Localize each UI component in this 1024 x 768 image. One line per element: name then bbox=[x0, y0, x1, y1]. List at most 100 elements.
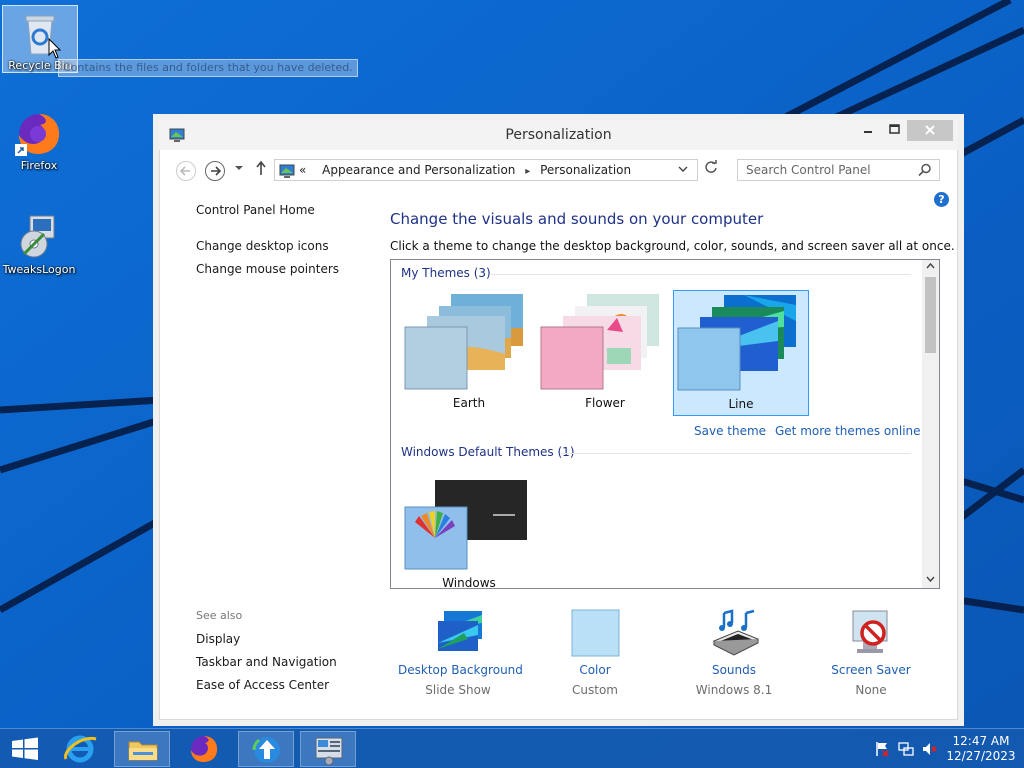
taskbar-update[interactable] bbox=[238, 731, 294, 767]
display-link[interactable]: Display bbox=[196, 632, 240, 646]
control-panel-icon bbox=[279, 164, 295, 178]
save-theme-link[interactable]: Save theme bbox=[694, 424, 766, 438]
search-icon[interactable] bbox=[918, 163, 932, 177]
volume-muted-icon[interactable] bbox=[922, 741, 938, 757]
network-icon[interactable] bbox=[898, 741, 914, 757]
taskbar-control-panel[interactable] bbox=[300, 731, 356, 767]
see-also-heading: See also bbox=[196, 609, 243, 622]
breadcrumb-separator-icon bbox=[310, 166, 322, 177]
breadcrumb-item-appearance[interactable]: Appearance and Personalization bbox=[322, 163, 515, 177]
taskbar-firefox[interactable] bbox=[176, 731, 232, 767]
theme-flower[interactable]: Flower bbox=[537, 290, 673, 416]
theme-line[interactable]: Line bbox=[673, 290, 809, 416]
refresh-icon bbox=[705, 160, 717, 173]
file-explorer-icon bbox=[128, 741, 158, 761]
chevron-down-icon bbox=[678, 166, 688, 172]
maximize-icon bbox=[889, 124, 900, 134]
theme-name: Windows bbox=[442, 576, 496, 589]
title-bar[interactable]: Personalization bbox=[159, 120, 958, 150]
control-panel-home-link[interactable]: Control Panel Home bbox=[196, 203, 315, 217]
taskbar-file-explorer[interactable] bbox=[114, 731, 170, 767]
update-icon bbox=[252, 737, 280, 763]
taskbar: 12:47 AM 12/27/2023 bbox=[0, 728, 1024, 768]
minimize-button[interactable] bbox=[855, 120, 881, 141]
page-heading: Change the visuals and sounds on your co… bbox=[390, 210, 764, 228]
desktop-icon-firefox[interactable]: Firefox bbox=[1, 110, 77, 180]
setting-value: None bbox=[855, 683, 887, 697]
window-title: Personalization bbox=[505, 127, 612, 143]
recent-locations-button[interactable] bbox=[234, 163, 244, 176]
firefox-icon bbox=[191, 736, 218, 762]
theme-earth-preview bbox=[404, 294, 523, 390]
theme-flower-preview bbox=[540, 294, 659, 390]
back-button[interactable] bbox=[176, 161, 196, 181]
up-button[interactable] bbox=[255, 160, 267, 180]
themes-list: My Themes (3) Earth Flower Line Save the… bbox=[390, 259, 940, 589]
breadcrumb-overflow[interactable]: « bbox=[299, 163, 306, 177]
setting-value: Slide Show bbox=[425, 683, 491, 697]
maximize-button[interactable] bbox=[881, 120, 907, 141]
breadcrumb: « Appearance and Personalization ▸ Perso… bbox=[299, 163, 631, 177]
setting-value: Custom bbox=[572, 683, 618, 697]
address-bar[interactable]: « Appearance and Personalization ▸ Perso… bbox=[274, 159, 698, 181]
forward-button[interactable] bbox=[205, 161, 225, 181]
clock-time: 12:47 AM bbox=[952, 734, 1010, 748]
shortcut-arrow-icon bbox=[15, 144, 27, 156]
setting-label[interactable]: Color bbox=[535, 663, 655, 677]
address-toolbar: « Appearance and Personalization ▸ Perso… bbox=[160, 151, 957, 189]
ease-of-access-link[interactable]: Ease of Access Center bbox=[196, 678, 329, 692]
group-header-my-themes[interactable]: My Themes (3) bbox=[401, 266, 491, 280]
help-button[interactable]: ? bbox=[934, 192, 949, 207]
minimize-icon bbox=[864, 131, 872, 133]
group-header-windows-default[interactable]: Windows Default Themes (1) bbox=[401, 445, 575, 459]
theme-earth[interactable]: Earth bbox=[401, 290, 537, 416]
desktop-icon-tweakslogon[interactable]: TweaksLogon bbox=[1, 214, 77, 284]
taskbar-internet-explorer[interactable] bbox=[52, 731, 108, 767]
refresh-button[interactable] bbox=[704, 160, 718, 178]
search-box[interactable] bbox=[737, 159, 940, 181]
desktop: Recycle Bin Contains the files and folde… bbox=[0, 0, 1024, 768]
personalization-window: Personalization « Appearance and Persona… bbox=[159, 120, 958, 720]
theme-name: Earth bbox=[452, 396, 486, 410]
group-divider bbox=[491, 274, 911, 275]
setting-label[interactable]: Sounds bbox=[674, 663, 794, 677]
back-arrow-icon bbox=[179, 166, 190, 176]
setting-value: Windows 8.1 bbox=[695, 683, 773, 697]
change-mouse-pointers-link[interactable]: Change mouse pointers bbox=[196, 262, 339, 276]
search-input[interactable] bbox=[738, 160, 913, 180]
change-desktop-icons-link[interactable]: Change desktop icons bbox=[196, 239, 329, 253]
scroll-thumb[interactable] bbox=[925, 277, 936, 353]
address-dropdown-button[interactable] bbox=[678, 163, 688, 178]
themes-scrollbar[interactable] bbox=[922, 260, 939, 588]
get-more-themes-link[interactable]: Get more themes online bbox=[775, 424, 921, 438]
theme-name: Line bbox=[728, 397, 754, 411]
screen-saver-icon bbox=[852, 610, 888, 653]
theme-windows[interactable]: Windows bbox=[401, 470, 537, 589]
close-button[interactable] bbox=[907, 120, 953, 141]
installer-disc-icon bbox=[20, 215, 55, 258]
action-center-flag-icon[interactable] bbox=[874, 741, 890, 757]
up-arrow-icon bbox=[256, 160, 266, 175]
group-divider bbox=[561, 453, 911, 454]
theme-name: Flower bbox=[585, 396, 625, 410]
color-swatch-icon bbox=[571, 609, 620, 657]
setting-label[interactable]: Screen Saver bbox=[811, 663, 931, 677]
close-icon bbox=[925, 125, 935, 135]
control-panel-icon bbox=[315, 737, 343, 766]
forward-arrow-icon bbox=[211, 166, 222, 176]
tooltip: Contains the files and folders that you … bbox=[58, 59, 358, 77]
page-description: Click a theme to change the desktop back… bbox=[390, 239, 955, 253]
start-button[interactable] bbox=[0, 731, 50, 767]
clock[interactable]: 12:47 AM 12/27/2023 bbox=[946, 734, 1016, 764]
breadcrumb-separator-icon[interactable]: ▸ bbox=[519, 166, 536, 177]
taskbar-navigation-link[interactable]: Taskbar and Navigation bbox=[196, 655, 337, 669]
desktop-background-icon bbox=[438, 611, 482, 651]
scroll-up-icon[interactable] bbox=[926, 262, 935, 274]
sounds-icon bbox=[712, 609, 760, 656]
setting-label[interactable]: Desktop Background bbox=[398, 663, 523, 677]
desktop-icon-label: TweaksLogon bbox=[2, 263, 76, 276]
breadcrumb-item-personalization[interactable]: Personalization bbox=[540, 163, 631, 177]
start-icon bbox=[12, 737, 38, 760]
clock-date: 12/27/2023 bbox=[946, 749, 1016, 763]
scroll-down-icon[interactable] bbox=[926, 574, 935, 586]
